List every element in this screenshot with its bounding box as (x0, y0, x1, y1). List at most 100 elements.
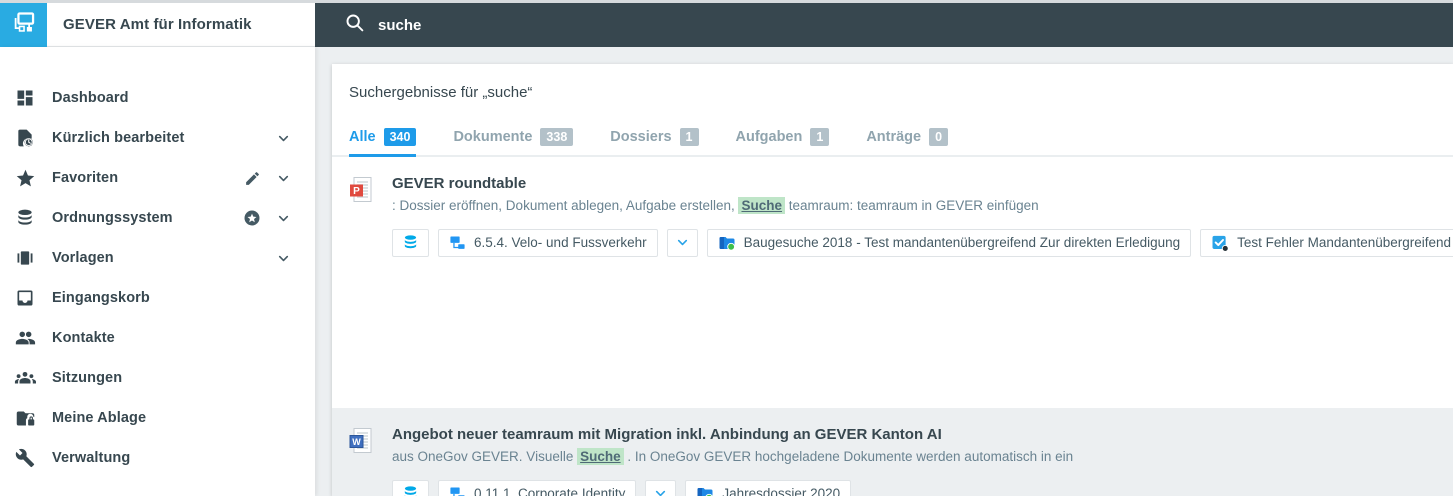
app-logo[interactable] (0, 3, 47, 47)
tab-label: Dossiers (610, 128, 672, 145)
tab-label: Dokumente (453, 128, 533, 145)
sidebar: Dashboard Kürzlich bearbeitet Favoriten … (0, 47, 315, 496)
svg-text:P: P (353, 186, 360, 197)
search-icon (344, 12, 365, 38)
breadcrumb-chip[interactable] (666, 228, 698, 257)
sidebar-item-eingangskorb[interactable]: Eingangskorb (0, 278, 315, 318)
result-body: Angebot neuer teamraum mit Migration ink… (392, 425, 1073, 496)
breadcrumb-chip[interactable]: Test Fehler Mandantenübergreifend (1200, 228, 1453, 257)
sidebar-item-actions (274, 129, 292, 147)
search-input[interactable]: suche (378, 17, 421, 34)
breadcrumb-chip[interactable] (645, 479, 677, 496)
chevron-down-icon[interactable] (274, 249, 292, 267)
inbox-icon (14, 287, 36, 309)
breadcrumb-chip[interactable]: 6.5.4. Velo- und Fussverkehr (438, 228, 658, 257)
tab-label: Anträge (866, 128, 922, 145)
sidebar-item-label: Ordnungssystem (52, 210, 173, 226)
meetings-icon (14, 367, 36, 389)
chip-label: 6.5.4. Velo- und Fussverkehr (474, 235, 647, 251)
repository-icon (402, 485, 419, 496)
sidebar-item-label: Sitzungen (52, 370, 123, 386)
sidebar-item-dashboard[interactable]: Dashboard (0, 78, 315, 118)
star-circle-icon[interactable] (243, 209, 261, 227)
result-title[interactable]: GEVER roundtable (392, 175, 1453, 192)
tab-label: Aufgaben (735, 128, 803, 145)
dossier-icon (718, 234, 736, 252)
powerpoint-file-icon: P (349, 176, 373, 204)
tab-count-badge: 1 (810, 128, 830, 146)
tab-dokumente[interactable]: Dokumente 338 (453, 128, 574, 157)
sidebar-item-ordnungssystem[interactable]: Ordnungssystem (0, 198, 315, 238)
tab-label: Alle (349, 128, 376, 145)
chevron-down-icon (654, 487, 667, 496)
sidebar-item-label: Eingangskorb (52, 290, 150, 306)
breadcrumb-chip[interactable]: 0.11.1. Corporate Identity (438, 479, 637, 496)
tab-anträge[interactable]: Anträge 0 (866, 128, 949, 157)
tab-count-badge: 1 (679, 128, 699, 146)
result-title[interactable]: Angebot neuer teamraum mit Migration ink… (392, 426, 1073, 443)
breadcrumb-chips: 6.5.4. Velo- und Fussverkehr Baugesuche … (392, 228, 1453, 257)
task-icon (1211, 234, 1229, 252)
folder-lock-icon (14, 407, 36, 429)
search-results-panel: Suchergebnisse für „suche“ Alle 340 Doku… (332, 64, 1453, 496)
sidebar-item-label: Verwaltung (52, 450, 131, 466)
breadcrumb-chip[interactable]: Jahresdossier 2020 (685, 479, 852, 496)
search-result-row[interactable]: P GEVER roundtable : Dossier eröffnen, D… (332, 157, 1453, 408)
sidebar-item-label: Kontakte (52, 330, 115, 346)
recent-document-icon (14, 127, 36, 149)
breadcrumb-chip[interactable] (392, 479, 429, 496)
gever-app-window: GEVER Amt für Informatik suche Dashboard… (0, 0, 1453, 496)
chip-label: Baugesuche 2018 - Test mandantenübergrei… (743, 235, 1181, 251)
database-icon (14, 207, 36, 229)
snippet-after: teamraum: teamraum in GEVER einfügen (784, 197, 1039, 213)
templates-icon (14, 247, 36, 269)
sidebar-item-label: Meine Ablage (52, 410, 147, 426)
chevron-down-icon[interactable] (274, 209, 292, 227)
tab-dossiers[interactable]: Dossiers 1 (610, 128, 699, 157)
sidebar-item-actions (274, 249, 292, 267)
chevron-down-icon[interactable] (274, 169, 292, 187)
sidebar-item-vorlagen[interactable]: Vorlagen (0, 238, 315, 278)
breadcrumb-chip[interactable]: Baugesuche 2018 - Test mandantenübergrei… (706, 228, 1192, 257)
tab-alle[interactable]: Alle 340 (349, 128, 417, 157)
sidebar-item-meine-ablage[interactable]: Meine Ablage (0, 398, 315, 438)
sidebar-item-kontakte[interactable]: Kontakte (0, 318, 315, 358)
favorites-star-icon (14, 167, 36, 189)
network-screens-icon (10, 9, 37, 41)
sidebar-item-verwaltung[interactable]: Verwaltung (0, 438, 315, 478)
sidebar-item-favoriten[interactable]: Favoriten (0, 158, 315, 198)
search-result-row[interactable]: W Angebot neuer teamraum mit Migration i… (332, 407, 1453, 496)
position-icon (449, 485, 466, 496)
snippet-before: : Dossier eröffnen, Dokument ablegen, Au… (392, 197, 739, 213)
results-list: P GEVER roundtable : Dossier eröffnen, D… (332, 157, 1453, 496)
global-search-bar[interactable]: suche (315, 3, 1453, 47)
tab-count-badge: 0 (929, 128, 949, 146)
sidebar-item-label: Kürzlich bearbeitet (52, 130, 185, 146)
tab-count-badge: 338 (540, 128, 574, 146)
result-snippet: : Dossier eröffnen, Dokument ablegen, Au… (392, 196, 1453, 216)
tab-aufgaben[interactable]: Aufgaben 1 (736, 128, 830, 157)
app-title-area: GEVER Amt für Informatik (47, 3, 315, 47)
result-tabs: Alle 340 Dokumente 338 Dossiers 1 Aufgab… (332, 128, 1453, 157)
chip-label: 0.11.1. Corporate Identity (474, 486, 626, 496)
breadcrumb-chips: 0.11.1. Corporate Identity Jahresdossier… (392, 479, 1073, 496)
word-file-icon: W (349, 427, 373, 455)
sidebar-item-actions (243, 169, 292, 187)
chevron-down-icon[interactable] (274, 129, 292, 147)
sidebar-item-label: Dashboard (52, 90, 129, 106)
sidebar-item-actions (243, 209, 292, 227)
chevron-down-icon (676, 236, 689, 249)
wrench-icon (14, 447, 36, 469)
breadcrumb-chip[interactable] (392, 228, 429, 257)
sidebar-item-kürzlich-bearbeitet[interactable]: Kürzlich bearbeitet (0, 118, 315, 158)
edit-pencil-icon[interactable] (243, 169, 261, 187)
contacts-icon (14, 327, 36, 349)
tab-count-badge: 340 (383, 128, 417, 146)
chip-label: Jahresdossier 2020 (722, 486, 841, 496)
sidebar-item-label: Vorlagen (52, 250, 114, 266)
dossier-icon (696, 485, 714, 496)
sidebar-item-sitzungen[interactable]: Sitzungen (0, 358, 315, 398)
app-title: GEVER Amt für Informatik (63, 16, 252, 33)
chip-label: Test Fehler Mandantenübergreifend (1237, 235, 1452, 251)
result-snippet: aus OneGov GEVER. Visuelle Suche . In On… (392, 447, 1073, 467)
